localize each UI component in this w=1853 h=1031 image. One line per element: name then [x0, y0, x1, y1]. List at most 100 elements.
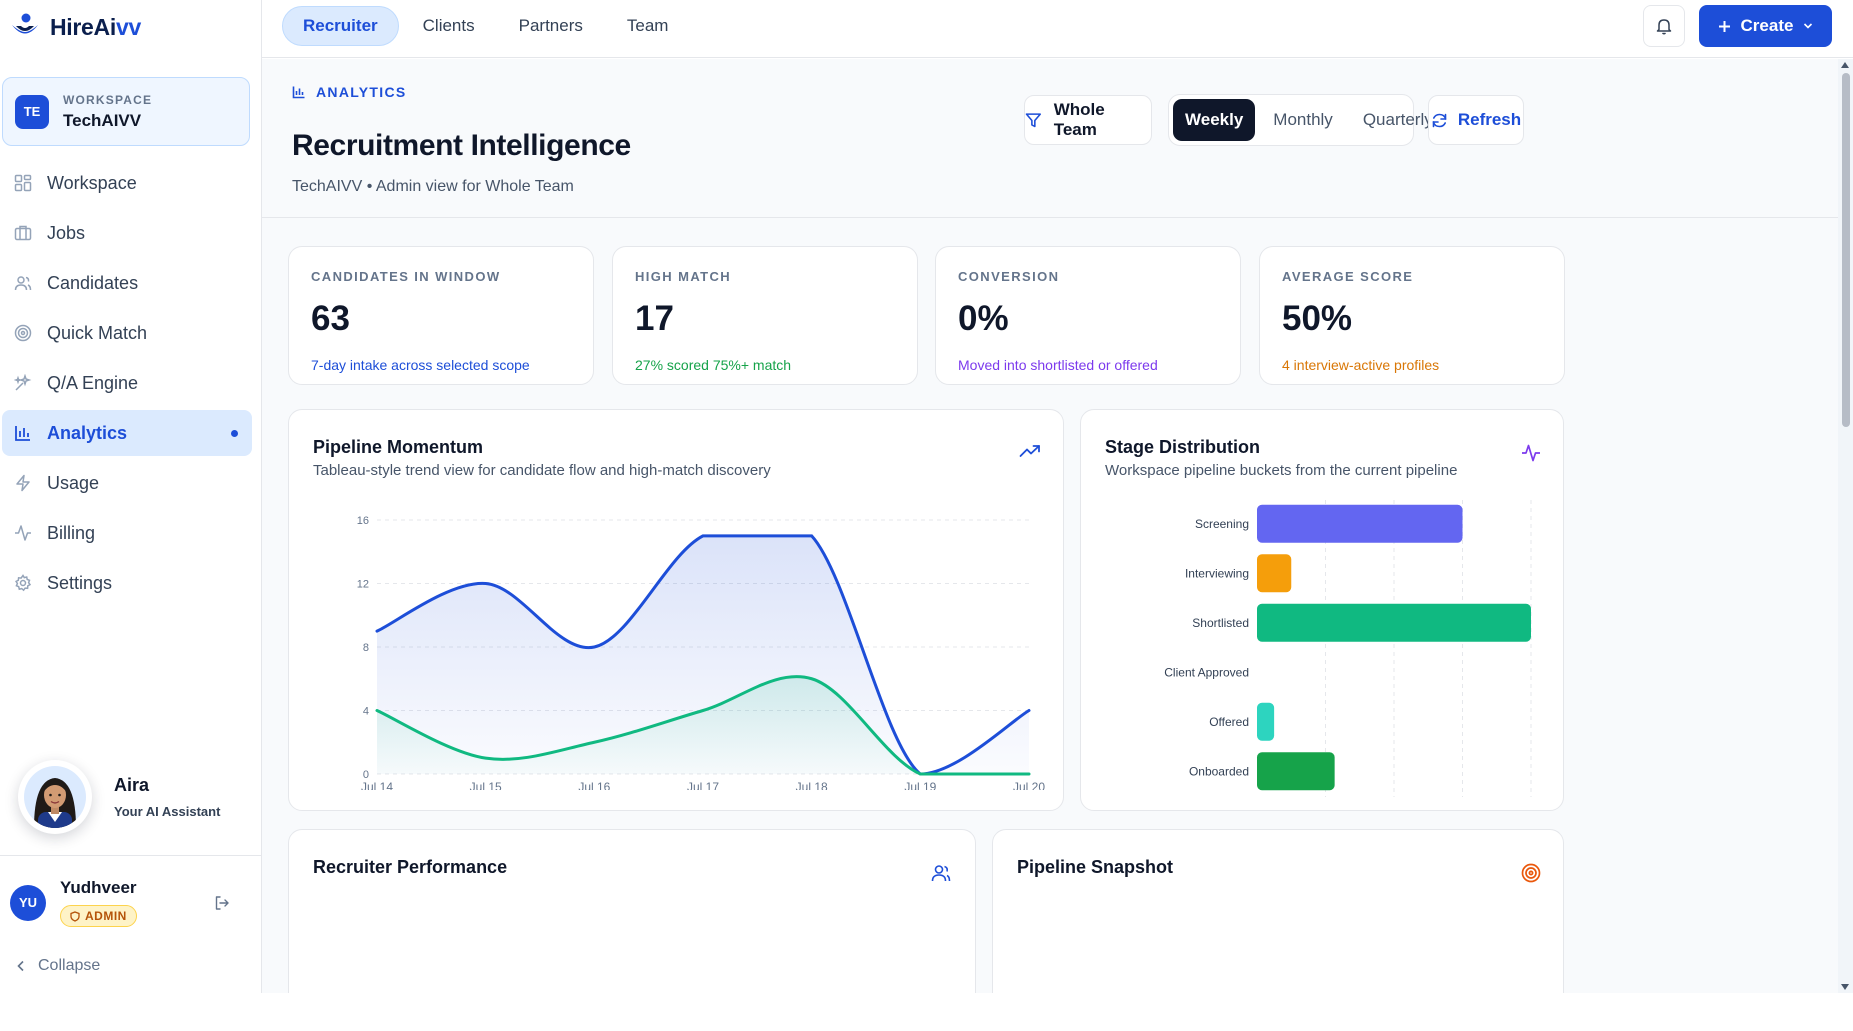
- scroll-down-arrow[interactable]: [1841, 984, 1849, 990]
- trend-chart: 0481216Jul 14 Jul 15 Jul 16 Jul 17 Jul 18 Jul…: [357, 515, 1046, 790]
- sidebar-item-label: Q/A Engine: [47, 372, 139, 393]
- refresh-label: Refresh: [1457, 110, 1522, 129]
- category-label: Screening: [1195, 517, 1249, 531]
- page-subtitle: TechAIVV • Admin view for Whole Team: [292, 178, 574, 195]
- page-header: ANALYTICS Recruitment Intelligence TechA…: [262, 59, 1838, 218]
- assistant-name: Aira: [114, 775, 150, 795]
- notifications-button[interactable]: [1643, 5, 1685, 47]
- ai-assistant-launcher[interactable]: Aira Your AI Assistant: [18, 760, 258, 834]
- activity-icon: [1522, 444, 1540, 462]
- stage-bar: [1257, 752, 1335, 791]
- assistant-avatar: [18, 760, 92, 834]
- panel-title: Pipeline Snapshot: [1017, 857, 1174, 877]
- shield-icon: [70, 910, 80, 922]
- tab-partners[interactable]: Partners: [499, 6, 603, 46]
- stage-bar: [1257, 603, 1531, 642]
- scroll-up-arrow[interactable]: [1841, 62, 1849, 68]
- top-tabs: Recruiter Clients Partners Team: [282, 6, 688, 46]
- chevron-down-icon: [1804, 23, 1813, 29]
- eyebrow-label: ANALYTICS: [316, 84, 407, 100]
- user-avatar: YU: [10, 884, 46, 921]
- tab-team[interactable]: Team: [607, 6, 689, 46]
- user-profile[interactable]: YU Yudhveer ADMIN: [10, 878, 137, 927]
- sidebar-item-quick-match[interactable]: Quick Match: [2, 310, 252, 356]
- filter-icon: [1025, 112, 1042, 127]
- page-scrollbar[interactable]: [1838, 59, 1853, 993]
- role-badge: ADMIN: [60, 905, 137, 927]
- brand-mark-icon: [12, 13, 38, 34]
- tab-clients[interactable]: Clients: [403, 6, 495, 46]
- kpi-value: 50%: [1282, 299, 1353, 338]
- y-tick-label: 4: [363, 706, 369, 718]
- filter-label: Whole Team: [1053, 100, 1105, 139]
- workspace-badge: TE: [15, 94, 49, 129]
- pipeline-momentum-panel: Pipeline Momentum Tableau-style trend vi…: [288, 409, 1064, 811]
- brand-name: HireAivv: [50, 13, 141, 40]
- y-tick-label: 8: [363, 642, 369, 654]
- stage-bar: [1257, 554, 1292, 593]
- chevron-left-icon: [17, 960, 24, 972]
- trending-up-icon: [1019, 445, 1040, 457]
- period-selector: Weekly Monthly Quarterly: [1168, 94, 1433, 146]
- category-label: Client Approved: [1164, 665, 1249, 679]
- x-tick-label: Jul 17: [687, 780, 719, 790]
- users-icon: [13, 273, 33, 293]
- bell-icon: [1656, 19, 1672, 35]
- x-tick-label: Jul 14: [361, 780, 393, 790]
- sidebar-item-analytics[interactable]: Analytics: [2, 410, 252, 456]
- sidebar-item-label: Candidates: [47, 272, 139, 293]
- logout-button[interactable]: [214, 895, 230, 916]
- plus-icon: [1718, 20, 1730, 32]
- kpi-card-conversion: CONVERSION 0% Moved into shortlisted or …: [935, 246, 1241, 385]
- briefcase-icon: [13, 223, 33, 243]
- kpi-card-candidates: CANDIDATES IN WINDOW 63 7-day intake acr…: [288, 246, 594, 385]
- panel-title: Recruiter Performance: [313, 857, 508, 877]
- sidebar-item-qa-engine[interactable]: Q/A Engine: [2, 360, 252, 406]
- kpi-note: 4 interview-active profiles: [1282, 357, 1440, 373]
- kpi-note: 27% scored 75%+ match: [635, 357, 792, 373]
- collapse-sidebar-button[interactable]: Collapse: [16, 957, 100, 975]
- sidebar-item-settings[interactable]: Settings: [2, 560, 252, 606]
- logout-icon: [215, 896, 229, 910]
- sidebar: HireAivv TE WORKSPACE TechAIVV Workspace…: [0, 0, 262, 993]
- role-label: ADMIN: [85, 909, 127, 923]
- kpi-label: CONVERSION: [958, 269, 1060, 284]
- scroll-thumb[interactable]: [1842, 73, 1850, 427]
- sidebar-item-label: Settings: [47, 572, 113, 593]
- sidebar-item-workspace[interactable]: Workspace: [2, 160, 252, 206]
- tab-recruiter[interactable]: Recruiter: [282, 6, 399, 46]
- refresh-button[interactable]: Refresh: [1428, 95, 1524, 145]
- sidebar-item-label: Workspace: [47, 172, 137, 193]
- category-label: Interviewing: [1185, 566, 1249, 580]
- sidebar-item-label: Usage: [47, 472, 100, 493]
- target-icon: [1521, 863, 1541, 883]
- bar-chart-icon: [292, 86, 305, 99]
- refresh-icon: [1432, 113, 1447, 127]
- stage-bar: [1257, 504, 1463, 543]
- sidebar-item-usage[interactable]: Usage: [2, 460, 252, 506]
- workspace-switcher[interactable]: TE WORKSPACE TechAIVV: [2, 77, 250, 146]
- workspace-label: WORKSPACE: [63, 92, 153, 107]
- recruiter-performance-panel: Recruiter Performance: [288, 829, 976, 993]
- brand-logo[interactable]: HireAivv: [10, 10, 141, 44]
- sidebar-item-label: Quick Match: [47, 322, 148, 343]
- kpi-card-high-match: HIGH MATCH 17 27% scored 75%+ match: [612, 246, 918, 385]
- stage-bar: [1257, 702, 1275, 741]
- category-label: Offered: [1209, 715, 1249, 729]
- period-weekly[interactable]: Weekly: [1173, 99, 1256, 141]
- sidebar-item-candidates[interactable]: Candidates: [2, 260, 252, 306]
- team-filter-button[interactable]: Whole Team: [1024, 95, 1152, 145]
- x-tick-label: Jul 18: [796, 780, 828, 790]
- kpi-value: 0%: [958, 299, 1009, 338]
- sidebar-nav: Workspace Jobs Candidates Quick Match Q/…: [0, 160, 262, 610]
- sidebar-item-billing[interactable]: Billing: [2, 510, 252, 556]
- kpi-note: 7-day intake across selected scope: [311, 357, 530, 373]
- create-label: Create: [1740, 16, 1794, 35]
- sidebar-item-jobs[interactable]: Jobs: [2, 210, 252, 256]
- period-monthly[interactable]: Monthly: [1261, 99, 1345, 141]
- create-button[interactable]: Create: [1699, 5, 1832, 47]
- x-tick-label: Jul 19: [904, 780, 936, 790]
- stage-chart: Screening Interviewing Shortlisted Client A…: [1164, 500, 1532, 797]
- kpi-note: Moved into shortlisted or offered: [958, 357, 1158, 373]
- gear-icon: [13, 573, 33, 593]
